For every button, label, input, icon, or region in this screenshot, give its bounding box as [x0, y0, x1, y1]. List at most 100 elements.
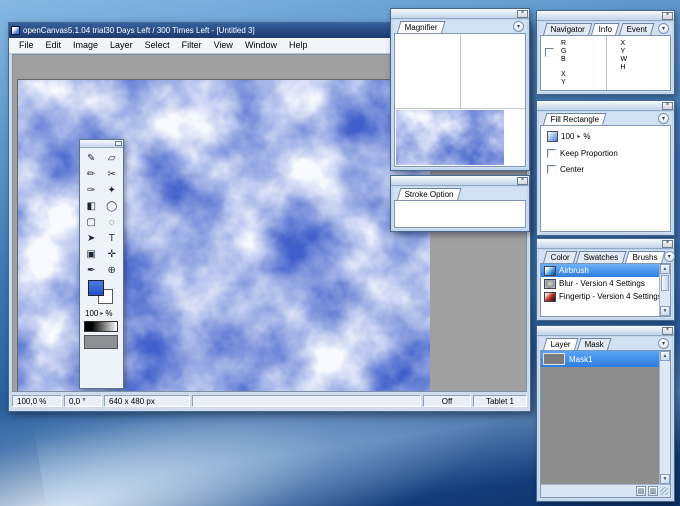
info-y-label: Y [561, 79, 566, 86]
magnifier-titlebar[interactable]: × [391, 9, 529, 19]
spinner-arrow-icon[interactable]: ▸ [100, 310, 103, 317]
foreground-color-swatch[interactable] [88, 280, 104, 296]
collapse-arrow-icon[interactable]: ▾ [663, 251, 675, 262]
close-icon[interactable]: × [517, 177, 528, 185]
menu-help[interactable]: Help [283, 38, 314, 53]
tab-stroke-option[interactable]: Stroke Option [397, 188, 462, 200]
new-layer-icon[interactable]: ▤ [636, 486, 646, 496]
scroll-down-icon[interactable]: ▼ [660, 474, 670, 484]
tab-info[interactable]: Info [591, 23, 621, 35]
info-color-block: R G B X Y [541, 36, 606, 90]
magnifier-header: Magnifier ▾ [393, 20, 527, 33]
gradient-tool[interactable]: ◧ [81, 198, 102, 214]
navigator-header: Navigator Info Event ▾ [539, 22, 672, 35]
navigator-titlebar[interactable]: × [537, 11, 674, 21]
stroke-option-titlebar[interactable]: × [391, 176, 529, 186]
hand-tool[interactable]: ✛ [102, 246, 123, 262]
toolbox-collapse-button[interactable] [115, 141, 122, 146]
tab-brushs[interactable]: Brushs [624, 251, 666, 263]
info-rect-x-label: X [620, 40, 626, 47]
tab-event[interactable]: Event [618, 23, 655, 35]
menu-filter[interactable]: Filter [176, 38, 208, 53]
crop-tool[interactable]: ▣ [81, 246, 102, 262]
info-content: R G B X Y X Y W H [540, 35, 671, 91]
eraser-tool[interactable]: ▱ [102, 150, 123, 166]
magic-wand-tool[interactable]: ✦ [102, 182, 123, 198]
scrollbar-thumb[interactable] [661, 275, 669, 291]
close-icon[interactable]: × [517, 10, 528, 18]
menu-layer[interactable]: Layer [104, 38, 139, 53]
brush-item-airbrush[interactable]: Airbrush [541, 264, 659, 277]
scroll-up-icon[interactable]: ▲ [660, 351, 670, 361]
tab-layer[interactable]: Layer [543, 338, 579, 350]
brushes-titlebar[interactable]: × [537, 239, 674, 249]
menu-window[interactable]: Window [239, 38, 283, 53]
close-icon[interactable]: × [662, 327, 673, 335]
magnifier-view[interactable] [394, 33, 526, 167]
center-option[interactable]: Center [547, 165, 670, 174]
tool-grid: ✎ ▱ ✏ ✂ ✑ ✦ ◧ ◯ ▢ ◌ ➤ T ▣ ✛ ✒ ⊕ [80, 148, 123, 278]
pen-tool[interactable]: ✎ [81, 150, 102, 166]
zoom-tool[interactable]: ⊕ [102, 262, 123, 278]
tab-magnifier[interactable]: Magnifier [397, 21, 446, 33]
ellipse-select-tool[interactable]: ◯ [102, 198, 123, 214]
stroke-option-content [394, 200, 526, 228]
menu-select[interactable]: Select [139, 38, 176, 53]
keep-proportion-checkbox[interactable] [547, 149, 556, 158]
brush-scrollbar[interactable]: ▲ ▼ [659, 264, 670, 316]
keep-proportion-option[interactable]: Keep Proportion [547, 149, 670, 158]
brushes-panel: × Color Swatches Brushs ▾ Airbrush Blur … [536, 238, 675, 321]
layer-list-content: Mask1 ▲ ▼ ▤ ▥ [540, 350, 671, 498]
resize-grip[interactable] [660, 487, 668, 495]
delete-layer-icon[interactable]: ▥ [648, 486, 658, 496]
eyedropper-tool[interactable]: ✒ [81, 262, 102, 278]
move-tool[interactable]: ➤ [81, 230, 102, 246]
pen-pressure-status: Off [423, 394, 471, 407]
spinner-arrow-icon[interactable]: ▸ [577, 133, 580, 140]
tab-fill-rectangle[interactable]: Fill Rectangle [543, 113, 607, 125]
close-icon[interactable]: × [662, 12, 673, 20]
menu-edit[interactable]: Edit [40, 38, 68, 53]
texture-preview[interactable] [84, 335, 118, 349]
collapse-arrow-icon[interactable]: ▾ [513, 21, 524, 32]
fill-rectangle-titlebar[interactable]: × [537, 101, 674, 111]
scroll-up-icon[interactable]: ▲ [660, 264, 670, 274]
collapse-arrow-icon[interactable]: ▾ [658, 338, 669, 349]
rect-select-tool[interactable]: ▢ [81, 214, 102, 230]
scroll-down-icon[interactable]: ▼ [660, 306, 670, 316]
collapse-arrow-icon[interactable]: ▾ [658, 23, 669, 34]
brush-item-fingertip[interactable]: Fingertip - Version 4 Settings [541, 290, 659, 303]
fingertip-icon [544, 291, 556, 302]
menu-image[interactable]: Image [67, 38, 104, 53]
layer-scrollbar[interactable]: ▲ ▼ [659, 351, 670, 484]
lasso-tool[interactable]: ◌ [102, 214, 123, 230]
color-sample-checkbox[interactable] [545, 48, 554, 57]
gradient-preview[interactable] [84, 321, 118, 332]
tab-swatches[interactable]: Swatches [576, 251, 627, 263]
info-rect-block: X Y W H [607, 36, 671, 90]
close-icon[interactable]: × [662, 240, 673, 248]
tab-mask[interactable]: Mask [577, 338, 612, 350]
tab-color[interactable]: Color [543, 251, 578, 263]
fill-rectangle-content: 100 ▸ % Keep Proportion Center [540, 125, 671, 232]
brush-item-blur[interactable]: Blur - Version 4 Settings [541, 277, 659, 290]
app-icon[interactable] [11, 26, 20, 35]
menu-file[interactable]: File [13, 38, 40, 53]
layer-item-mask1[interactable]: Mask1 [541, 351, 659, 367]
layer-list: Mask1 [541, 351, 659, 484]
layer-name: Mask1 [569, 354, 593, 364]
statusbar: 100,0 % 0,0 ° 640 x 480 px Off Tablet 1 [12, 393, 527, 408]
toolbox-titlebar[interactable] [80, 140, 123, 148]
brush-tool[interactable]: ✑ [81, 182, 102, 198]
scissors-tool[interactable]: ✂ [102, 166, 123, 182]
layer-titlebar[interactable]: × [537, 326, 674, 336]
center-checkbox[interactable] [547, 165, 556, 174]
pencil-tool[interactable]: ✏ [81, 166, 102, 182]
text-tool[interactable]: T [102, 230, 123, 246]
close-icon[interactable]: × [662, 102, 673, 110]
info-rect-y-label: Y [620, 48, 626, 55]
tab-navigator[interactable]: Navigator [543, 23, 593, 35]
info-rect-w-label: W [620, 56, 628, 63]
collapse-arrow-icon[interactable]: ▾ [658, 113, 669, 124]
menu-view[interactable]: View [208, 38, 239, 53]
